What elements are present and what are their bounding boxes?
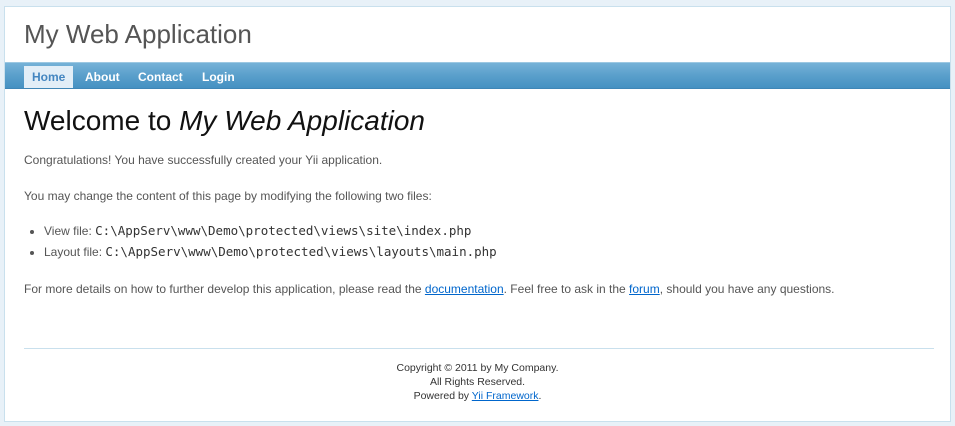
layout-file-label: Layout file: — [44, 245, 106, 259]
footer-copyright: Copyright © 2011 by My Company. — [396, 362, 559, 374]
menu-item-home[interactable]: Home — [24, 66, 74, 88]
footer-powered-suffix: . — [538, 390, 542, 402]
main-content: Welcome to My Web Application Congratula… — [24, 105, 934, 296]
details-middle: . Feel free to ask in the — [503, 282, 630, 296]
file-list: View file: C:\AppServ\www\Demo\protected… — [24, 220, 934, 262]
change-intro-text: You may change the content of this page … — [24, 189, 432, 203]
footer-powered: Powered by Yii Framework. — [5, 389, 950, 403]
header: My Web Application — [5, 7, 950, 59]
page-title-prefix: Welcome to — [24, 105, 180, 136]
footer-divider — [24, 348, 934, 349]
menu-item-about[interactable]: About — [77, 66, 128, 88]
documentation-link[interactable]: documentation — [425, 282, 504, 296]
details-text: For more details on how to further devel… — [24, 282, 934, 296]
menu-item-login[interactable]: Login — [194, 66, 243, 88]
page-container: My Web Application Home About Contact Lo… — [4, 6, 951, 422]
details-suffix: , should you have any questions. — [659, 282, 835, 296]
main-menu: Home About Contact Login — [5, 62, 950, 89]
view-file-label: View file: — [44, 224, 96, 238]
list-item-layout-file: Layout file: C:\AppServ\www\Demo\protect… — [44, 241, 934, 262]
layout-file-path: C:\AppServ\www\Demo\protected\views\layo… — [105, 244, 497, 259]
forum-link[interactable]: forum — [629, 282, 660, 296]
footer-powered-prefix: Powered by — [413, 390, 472, 402]
page-title: Welcome to My Web Application — [24, 105, 934, 137]
yii-framework-link[interactable]: Yii Framework — [472, 390, 539, 402]
footer: Copyright © 2011 by My Company. All Righ… — [5, 361, 950, 403]
details-prefix: For more details on how to further devel… — [24, 282, 425, 296]
menu-item-contact[interactable]: Contact — [130, 66, 191, 88]
list-item-view-file: View file: C:\AppServ\www\Demo\protected… — [44, 220, 934, 241]
footer-rights: All Rights Reserved. — [429, 376, 526, 388]
app-logo: My Web Application — [24, 19, 252, 49]
page-title-app-name: My Web Application — [179, 105, 425, 136]
congrats-text: Congratulations! You have successfully c… — [24, 153, 383, 167]
view-file-path: C:\AppServ\www\Demo\protected\views\site… — [95, 223, 472, 238]
